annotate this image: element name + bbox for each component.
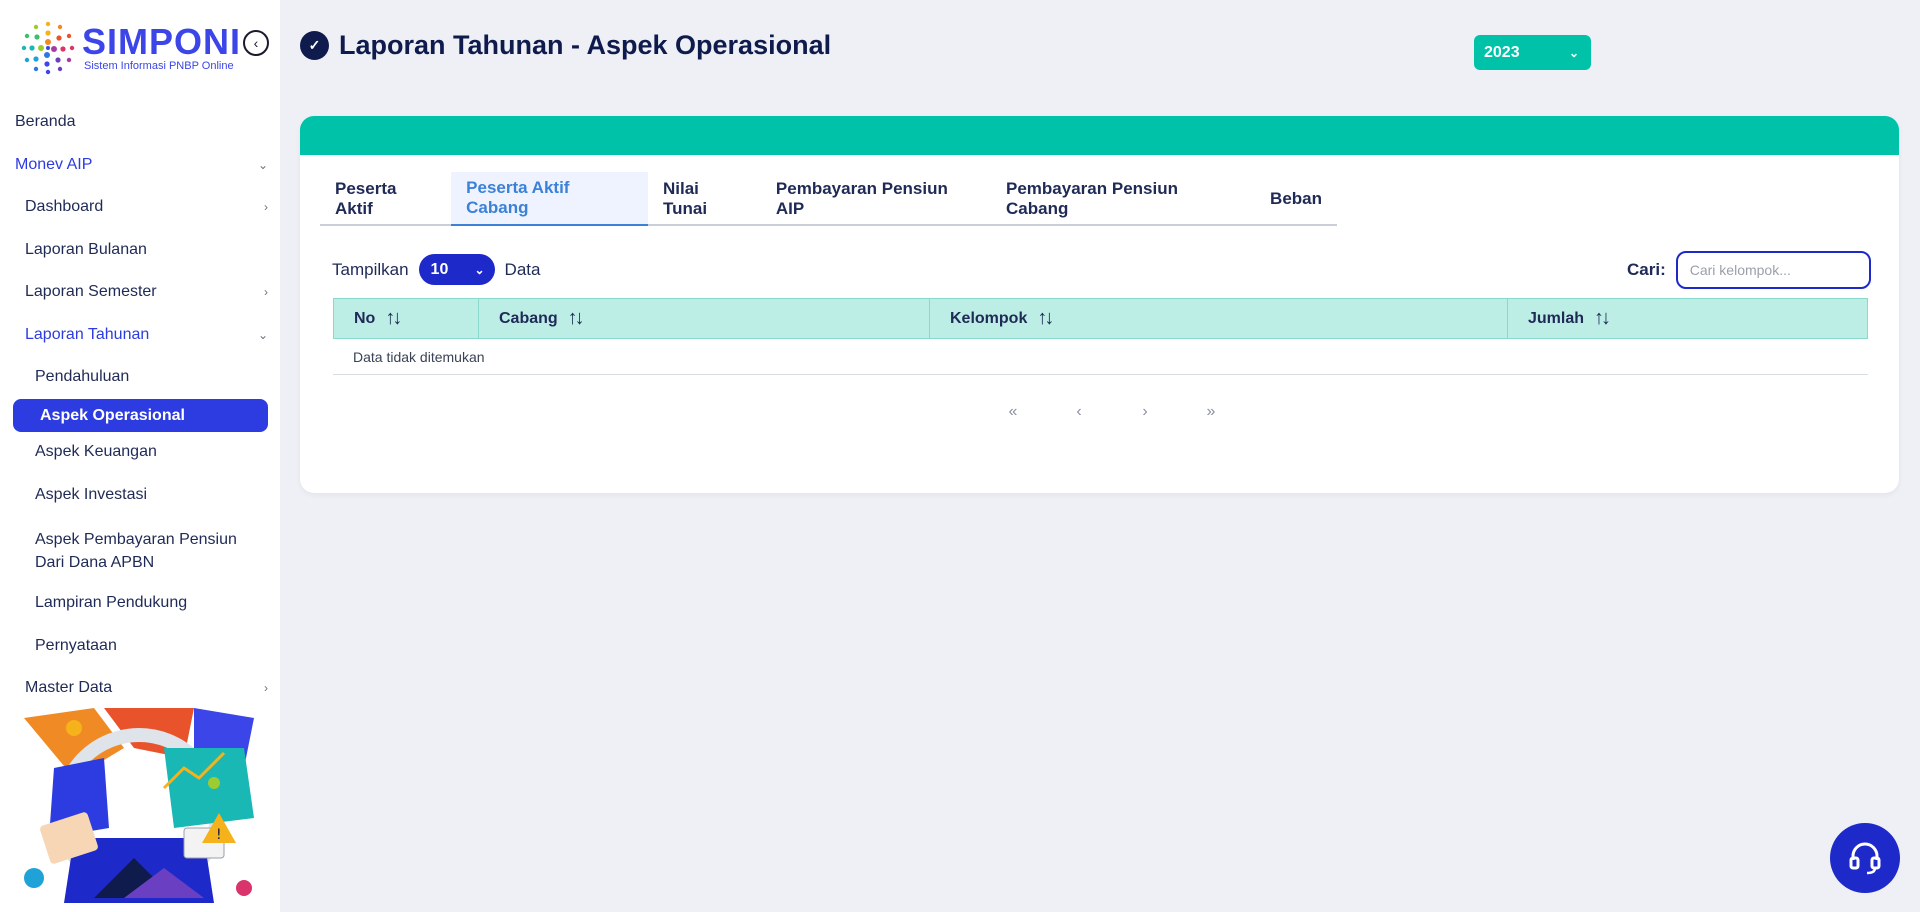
collapse-sidebar-button[interactable]: ‹	[243, 30, 269, 56]
chevron-down-icon: ⌄	[257, 328, 268, 342]
app-logo[interactable]: SIMPONI Sistem Informasi PNBP Online	[18, 18, 241, 78]
tab-peserta-aktif-cabang[interactable]: Peserta Aktif Cabang	[451, 172, 648, 226]
chevron-right-icon: ›	[264, 200, 268, 214]
sort-icon: ↑↓	[567, 307, 585, 329]
search-input[interactable]	[1675, 251, 1871, 289]
tab-pembayaran-pensiun-cabang[interactable]: Pembayaran Pensiun Cabang	[991, 172, 1255, 226]
sidebar-item-label: Aspek Pembayaran Pensiun Dari Dana APBN	[35, 531, 237, 571]
tab-nilai-tunai[interactable]: Nilai Tunai	[648, 172, 761, 226]
data-table: No ↑↓ Cabang ↑↓ Kelompok ↑↓ Jumlah ↑↓ Data t…	[333, 298, 1868, 375]
search-label: Cari:	[1627, 260, 1666, 279]
chevron-down-icon: ⌄	[474, 262, 485, 277]
report-tabs: Peserta Aktif Peserta Aktif Cabang Nilai…	[320, 172, 1337, 226]
app-subtitle: Sistem Informasi PNBP Online	[84, 60, 234, 72]
column-header-kelompok[interactable]: Kelompok ↑↓	[930, 299, 1508, 338]
next-page-button[interactable]: ›	[1112, 403, 1178, 421]
table-header: No ↑↓ Cabang ↑↓ Kelompok ↑↓ Jumlah ↑↓	[333, 298, 1868, 339]
chevron-down-icon: ⌄	[257, 158, 268, 172]
page-size-select[interactable]: 10 ⌄	[418, 254, 495, 285]
pagination: « ‹ › »	[980, 403, 1244, 421]
sidebar-item-label: Lampiran Pendukung	[35, 594, 188, 611]
sort-icon: ↑↓	[1037, 307, 1054, 329]
sidebar-item-laporan-semester[interactable]: Laporan Semester ›	[25, 283, 280, 301]
headset-icon	[1849, 842, 1881, 875]
sidebar-item-monev-aip[interactable]: Monev AIP ⌄	[15, 156, 280, 174]
sidebar-item-label: Pendahuluan	[35, 368, 130, 385]
sidebar-item-laporan-tahunan[interactable]: Laporan Tahunan ⌄	[25, 326, 280, 344]
page-title: Laporan Tahunan - Aspek Operasional	[339, 30, 832, 60]
data-label: Data	[504, 259, 541, 279]
last-page-button[interactable]: »	[1178, 403, 1244, 421]
sidebar-item-label: Aspek Investasi	[35, 486, 148, 503]
sidebar-item-master-data[interactable]: Master Data ›	[25, 679, 280, 697]
column-header-no[interactable]: No ↑↓	[334, 299, 479, 338]
sort-icon: ↑↓	[1594, 307, 1611, 329]
sidebar-item-label: Beranda	[15, 113, 76, 130]
column-header-jumlah[interactable]: Jumlah ↑↓	[1508, 299, 1867, 338]
sidebar-item-aspek-keuangan[interactable]: Aspek Keuangan	[35, 443, 280, 461]
sidebar-item-label: Aspek Keuangan	[35, 443, 157, 460]
tab-pembayaran-pensiun-aip[interactable]: Pembayaran Pensiun AIP	[761, 172, 991, 226]
sidebar-item-aspek-pembayaran-pensiun[interactable]: Aspek Pembayaran Pensiun Dari Dana APBN	[35, 528, 270, 574]
first-page-button[interactable]: «	[980, 403, 1046, 421]
sidebar-item-pernyataan[interactable]: Pernyataan	[35, 637, 280, 655]
sidebar-item-aspek-investasi[interactable]: Aspek Investasi	[35, 486, 280, 504]
sidebar-item-label: Dashboard	[25, 198, 104, 215]
page-size-control: Tampilkan 10 ⌄ Data	[332, 254, 540, 285]
year-select[interactable]: 2023 ⌄	[1474, 35, 1591, 70]
sort-icon: ↑↓	[385, 307, 402, 329]
sidebar-item-aspek-operasional[interactable]: Aspek Operasional	[13, 399, 268, 432]
sidebar-item-label: Pernyataan	[35, 637, 117, 654]
show-label: Tampilkan	[332, 259, 409, 279]
column-header-cabang[interactable]: Cabang ↑↓	[479, 299, 930, 338]
svg-text:!: !	[216, 827, 222, 843]
sidebar-illustration: !	[14, 708, 260, 908]
year-select-value: 2023	[1484, 43, 1520, 61]
sidebar-item-beranda[interactable]: Beranda	[15, 113, 280, 131]
support-button[interactable]	[1830, 823, 1900, 893]
sidebar-item-laporan-bulanan[interactable]: Laporan Bulanan	[25, 241, 280, 259]
sidebar-item-label: Laporan Tahunan	[25, 326, 150, 343]
sidebar-item-label: Aspek Operasional	[40, 406, 185, 424]
sidebar-item-label: Laporan Semester	[25, 283, 157, 300]
report-card: Peserta Aktif Peserta Aktif Cabang Nilai…	[300, 116, 1899, 493]
chevron-right-icon: ›	[264, 681, 268, 695]
search-control: Cari:	[1627, 251, 1871, 289]
simponi-logo-icon	[18, 18, 78, 78]
sidebar-item-label: Laporan Bulanan	[25, 241, 147, 258]
sidebar-item-label: Master Data	[25, 679, 113, 696]
sidebar-item-dashboard[interactable]: Dashboard ›	[25, 198, 280, 216]
tab-peserta-aktif[interactable]: Peserta Aktif	[320, 172, 451, 226]
tab-beban[interactable]: Beban	[1255, 172, 1337, 226]
page-size-value: 10	[430, 260, 449, 278]
chevron-left-icon: ‹	[253, 35, 259, 51]
previous-page-button[interactable]: ‹	[1046, 403, 1112, 421]
chevron-down-icon: ⌄	[1568, 45, 1579, 60]
sidebar-item-label: Monev AIP	[15, 156, 93, 173]
check-circle-icon: ✓	[300, 31, 329, 60]
card-header-bar	[300, 116, 1899, 155]
page-header: ✓ Laporan Tahunan - Aspek Operasional	[300, 30, 831, 61]
sidebar: SIMPONI Sistem Informasi PNBP Online ‹ B…	[0, 0, 280, 912]
chevron-right-icon: ›	[264, 285, 268, 299]
table-empty-row: Data tidak ditemukan	[333, 339, 1868, 375]
app-title: SIMPONI	[82, 21, 242, 62]
sidebar-item-pendahuluan[interactable]: Pendahuluan	[35, 368, 280, 386]
sidebar-item-lampiran-pendukung[interactable]: Lampiran Pendukung	[35, 594, 280, 612]
